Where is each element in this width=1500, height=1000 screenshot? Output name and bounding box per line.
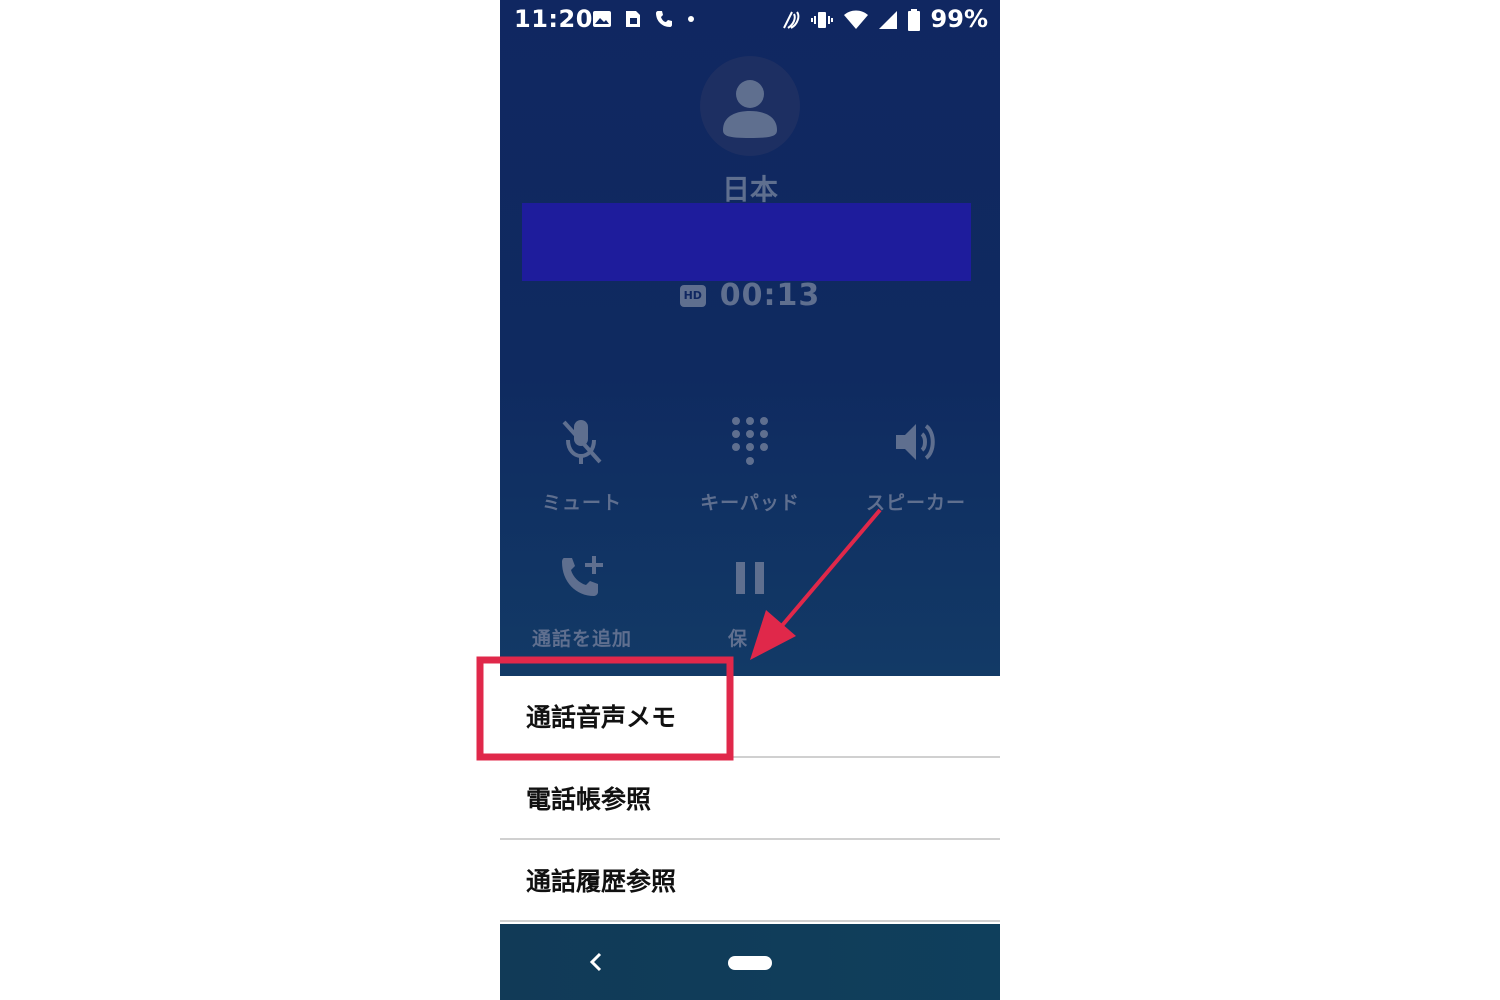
navigation-bar <box>500 924 1000 1000</box>
menu-item-phonebook[interactable]: 電話帳参照 <box>500 758 1000 840</box>
battery-icon <box>908 9 920 31</box>
signal-icon <box>879 11 897 29</box>
keypad-label: キーパッド <box>700 492 800 514</box>
nfc-icon <box>783 11 800 29</box>
wifi-icon <box>844 10 868 29</box>
caller-country-label: 日本 <box>721 173 778 206</box>
menu-item-call-voice-memo[interactable]: 通話音声メモ <box>500 676 1000 758</box>
speaker-button[interactable]: スピーカー <box>836 412 996 515</box>
phone-icon <box>656 11 672 27</box>
back-icon[interactable] <box>586 944 606 980</box>
menu-item-call-history[interactable]: 通話履歴参照 <box>500 840 1000 922</box>
person-icon <box>723 80 777 138</box>
call-duration-row: HD 00:13 <box>500 278 1000 313</box>
mute-label: ミュート <box>541 492 622 514</box>
mute-button[interactable]: ミュート <box>502 412 662 515</box>
hold-button[interactable]: 保 <box>670 548 830 651</box>
status-bar: 11:20 99% <box>500 0 1000 40</box>
status-system-icons <box>778 9 920 31</box>
redacted-phone-number <box>522 203 971 281</box>
caller-avatar <box>700 56 800 156</box>
speaker-label: スピーカー <box>865 492 966 514</box>
speaker-icon <box>896 424 935 460</box>
status-time: 11:20 <box>514 5 593 33</box>
dot-icon <box>688 16 694 22</box>
add-call-button[interactable]: 通話を追加 <box>502 548 662 651</box>
add-call-icon <box>562 556 603 596</box>
keypad-button[interactable]: キーパッド <box>670 412 830 515</box>
battery-percent: 99% <box>930 5 988 33</box>
home-pill[interactable] <box>728 956 772 970</box>
image-icon <box>593 11 611 27</box>
vibrate-icon <box>811 12 833 28</box>
phone-screen: 11:20 99% 日本 HD 00:13 ミュート キーパッド スピーカー 通… <box>500 0 1000 1000</box>
hold-label: 保 <box>728 628 749 650</box>
overflow-menu: 通話音声メモ 電話帳参照 通話履歴参照 <box>500 676 1000 924</box>
pause-icon <box>736 562 764 594</box>
mic-off-icon <box>562 420 602 464</box>
call-duration: 00:13 <box>719 278 821 313</box>
status-notification-icons <box>592 9 696 29</box>
dialpad-icon <box>732 417 768 465</box>
in-call-screen: 11:20 99% 日本 HD 00:13 ミュート キーパッド スピーカー 通… <box>500 0 1000 676</box>
sim-card-icon <box>626 11 640 27</box>
add-call-label: 通話を追加 <box>531 628 632 650</box>
hd-voice-badge: HD <box>679 284 706 307</box>
